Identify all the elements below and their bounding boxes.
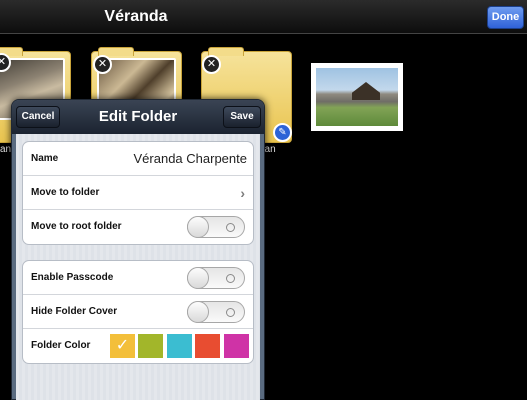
checkmark-icon: ✓ (115, 337, 130, 354)
delete-folder-icon[interactable]: ✕ (202, 55, 221, 74)
popover-body: Name Véranda Charpente Move to folder › … (16, 134, 260, 400)
edit-folder-icon[interactable]: ✎ (273, 123, 292, 142)
move-to-root-label: Move to root folder (31, 221, 122, 232)
enable-passcode-toggle[interactable] (187, 267, 245, 289)
toggle-off-indicator-icon (226, 274, 235, 283)
toggle-knob (187, 267, 209, 289)
folder-settings-group: Name Véranda Charpente Move to folder › … (22, 141, 254, 245)
cancel-button[interactable]: Cancel (16, 106, 60, 128)
move-to-root-toggle[interactable] (187, 216, 245, 238)
toggle-knob (187, 216, 209, 238)
move-to-root-row: Move to root folder (23, 210, 253, 244)
delete-folder-icon[interactable]: ✕ (93, 55, 112, 74)
security-appearance-group: Enable Passcode Hide Folder Cover Folder… (22, 260, 254, 364)
enable-passcode-row: Enable Passcode (23, 261, 253, 295)
hide-folder-cover-row: Hide Folder Cover (23, 295, 253, 329)
toggle-knob (187, 301, 209, 323)
toggle-off-indicator-icon (226, 308, 235, 317)
hide-folder-cover-toggle[interactable] (187, 301, 245, 323)
photo-thumbnail[interactable] (311, 63, 403, 131)
move-to-folder-row[interactable]: Move to folder › (23, 176, 253, 210)
chevron-right-icon: › (240, 185, 245, 201)
hide-folder-cover-label: Hide Folder Cover (31, 306, 118, 317)
navigation-bar: Véranda Done (0, 0, 527, 34)
move-to-folder-label: Move to folder (31, 187, 100, 198)
name-field[interactable]: Véranda Charpente (134, 142, 247, 176)
save-button[interactable]: Save (223, 106, 261, 128)
color-swatch-yellow[interactable]: ✓ (110, 334, 135, 358)
folder-caption: an (0, 144, 12, 155)
color-swatch-magenta[interactable] (224, 334, 249, 358)
enable-passcode-label: Enable Passcode (31, 272, 114, 283)
name-label: Name (31, 153, 59, 164)
folder-color-label: Folder Color (31, 340, 91, 351)
color-swatch-green[interactable] (138, 334, 163, 358)
color-swatch-cyan[interactable] (167, 334, 192, 358)
edit-folder-popover: Edit Folder Cancel Save Name Véranda Cha… (11, 99, 265, 400)
popover-header: Edit Folder Cancel Save (12, 100, 264, 134)
color-swatch-red[interactable] (195, 334, 220, 358)
done-button[interactable]: Done (487, 6, 524, 29)
name-row[interactable]: Name Véranda Charpente (23, 142, 253, 176)
toggle-off-indicator-icon (226, 223, 235, 232)
photo-image (316, 68, 398, 126)
folder-color-row: Folder Color ✓ (23, 329, 253, 363)
nav-title: Véranda (104, 8, 168, 25)
